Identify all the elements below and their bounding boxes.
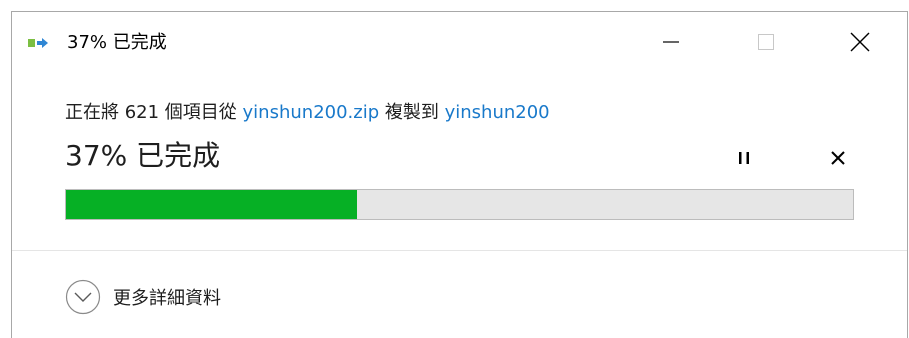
percent-complete-label: 37% 已完成 xyxy=(65,139,221,172)
minimize-button[interactable] xyxy=(648,22,694,62)
progress-fill xyxy=(66,190,358,219)
window-title: 37% 已完成 xyxy=(67,32,167,53)
copy-status-text: 正在將 621 個項目從 yinshun200.zip 複製到 yinshun2… xyxy=(65,101,550,125)
destination-link[interactable]: yinshun200 xyxy=(445,102,550,123)
copy-progress-dialog: 37% 已完成 正在將 621 個項目從 yinshun200.zip 複製到 … xyxy=(11,11,908,338)
close-button[interactable] xyxy=(837,22,883,62)
cancel-button[interactable] xyxy=(823,143,853,173)
maximize-button[interactable] xyxy=(743,22,789,62)
pause-button[interactable] xyxy=(729,143,759,173)
status-prefix: 正在將 621 個項目從 xyxy=(65,102,243,123)
maximize-icon xyxy=(758,34,774,50)
close-icon xyxy=(850,32,870,52)
chevron-down-circle-icon xyxy=(65,279,101,315)
title-bar[interactable]: 37% 已完成 xyxy=(12,12,907,74)
status-middle: 複製到 xyxy=(379,102,445,123)
pause-icon xyxy=(739,152,749,164)
more-details-label: 更多詳細資料 xyxy=(113,288,221,309)
divider xyxy=(12,250,907,251)
source-link[interactable]: yinshun200.zip xyxy=(243,102,380,123)
more-details-button[interactable]: 更多詳細資料 xyxy=(65,278,221,316)
progress-bar xyxy=(65,189,854,220)
minimize-icon xyxy=(663,41,679,43)
cancel-icon xyxy=(831,151,845,165)
page: 37% 已完成 正在將 621 個項目從 yinshun200.zip 複製到 … xyxy=(0,0,909,338)
file-copy-icon xyxy=(28,38,48,48)
